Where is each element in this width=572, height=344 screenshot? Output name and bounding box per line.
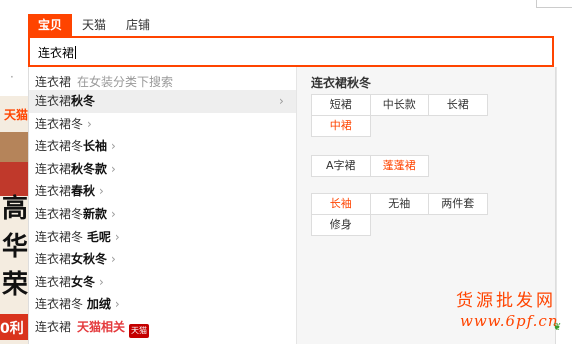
leaf-icon: ❦ <box>553 322 562 333</box>
watermark-title: 货源批发网 <box>456 291 556 311</box>
chevron-right-icon: › <box>111 252 116 267</box>
tab-tmall[interactable]: 天猫 <box>72 14 116 36</box>
suggestion-list-column: 连衣裙 在女装分类下搜索 连衣裙秋冬 › 连衣裙冬 › 连衣裙冬长袖 › 连衣裙秋冬款 › 连衣裙… <box>29 67 296 344</box>
suggestion-text: 连衣裙冬 <box>35 297 87 312</box>
suggestion-text: 连衣裙冬 <box>35 116 84 131</box>
background-banner-block <box>0 132 28 162</box>
suggestion-text: 连衣裙 <box>35 319 72 334</box>
suggestion-text: 连衣裙冬 <box>35 229 87 244</box>
property-option[interactable]: A字裙 <box>311 155 371 177</box>
suggestion-text: 连衣裙 <box>35 274 72 289</box>
suggestion-highlight: 加绒 <box>86 297 111 312</box>
chevron-right-icon: › <box>87 116 92 131</box>
chevron-right-icon: › <box>114 229 120 244</box>
tmall-related-label: 天猫相关 <box>77 319 126 334</box>
background-banner: 天猫 高 华 荣 0利 <box>0 96 28 344</box>
suggestion-highlight: 春秋 <box>71 184 96 199</box>
suggestion-text: 连衣裙冬 <box>35 206 84 221</box>
background-big-char: 高 <box>2 194 28 224</box>
chevron-right-icon: › <box>114 297 120 312</box>
chevron-right-icon: › <box>99 184 104 199</box>
search-input-value: 连衣裙 <box>38 44 77 61</box>
suggestion-text: 连衣裙冬 <box>35 139 84 154</box>
chevron-right-icon: › <box>111 206 116 221</box>
suggestion-item[interactable]: 连衣裙冬新款 › <box>29 203 296 226</box>
suggestion-item[interactable]: 连衣裙秋冬款 › <box>29 158 296 181</box>
suggestion-item[interactable]: 连衣裙冬 加绒 › <box>29 293 296 316</box>
property-group-sleeve: 长袖 无袖 两件套修身 <box>311 193 497 236</box>
suggestion-list: 连衣裙秋冬 › 连衣裙冬 › 连衣裙冬长袖 › 连衣裙秋冬款 › 连衣裙春秋 › 连衣裙冬新款 › 连衣… <box>29 90 296 339</box>
suggestion-item-tmall[interactable]: 连衣裙 天猫相关 天猫 <box>29 316 296 339</box>
category-scope-suggestion[interactable]: 连衣裙 在女装分类下搜索 <box>35 73 173 90</box>
suggestion-highlight: 女冬 <box>71 274 96 289</box>
background-big-char: 荣 <box>2 270 28 300</box>
chevron-right-icon: › <box>99 274 104 289</box>
suggestion-item[interactable]: 连衣裙秋冬 › <box>29 90 296 113</box>
property-option[interactable]: 短裙 <box>311 94 371 116</box>
suggestion-text: 连衣裙 <box>35 252 72 267</box>
chevron-right-icon: › <box>111 161 116 176</box>
background-banner-block: 0利 <box>0 314 28 340</box>
background-tmall-text: 天猫 <box>4 108 28 122</box>
property-option[interactable]: 中长款 <box>369 94 429 116</box>
suggestion-highlight: 毛呢 <box>86 229 111 244</box>
search-input[interactable]: 连衣裙 <box>28 36 554 67</box>
watermark-url: www.6pf.cn <box>460 312 559 330</box>
background-badge-text: 0利 <box>0 321 24 337</box>
suggestion-highlight: 秋冬款 <box>71 161 108 176</box>
background-frame-edge <box>536 0 572 8</box>
suggestion-item[interactable]: 连衣裙冬 毛呢 › <box>29 226 296 249</box>
property-group-length: 短裙 中长款 长裙中裙 <box>311 94 497 137</box>
property-option[interactable]: 长裙 <box>428 94 488 116</box>
background-bullet: · <box>10 70 14 84</box>
tmall-badge-icon: 天猫 <box>129 323 150 338</box>
suggestion-highlight: 女秋冬 <box>71 252 108 267</box>
tab-shop[interactable]: 店铺 <box>116 14 160 36</box>
suggestion-item[interactable]: 连衣裙女冬 › <box>29 271 296 294</box>
tab-baobei[interactable]: 宝贝 <box>28 14 73 36</box>
category-scope-hint: 在女装分类下搜索 <box>77 75 174 89</box>
search-query-text: 连衣裙 <box>38 46 75 60</box>
suggestion-item[interactable]: 连衣裙冬长袖 › <box>29 135 296 158</box>
suggestion-item[interactable]: 连衣裙女秋冬 › <box>29 248 296 271</box>
property-option[interactable]: 蓬蓬裙 <box>369 155 429 177</box>
property-option[interactable]: 长袖 <box>311 193 371 215</box>
category-scope-query: 连衣裙 <box>35 75 72 89</box>
suggestion-item[interactable]: 连衣裙冬 › <box>29 113 296 136</box>
background-divider <box>556 67 557 327</box>
suggestion-highlight: 新款 <box>83 206 108 221</box>
suggestion-item[interactable]: 连衣裙春秋 › <box>29 180 296 203</box>
property-option[interactable]: 无袖 <box>369 193 429 215</box>
property-option[interactable]: 修身 <box>311 214 371 236</box>
property-group-style: A字裙 蓬蓬裙 <box>311 155 497 177</box>
suggestion-highlight: 秋冬 <box>71 94 96 108</box>
background-banner-block <box>0 162 28 196</box>
text-caret <box>75 46 77 59</box>
suggestion-text: 连衣裙 <box>35 161 72 176</box>
suggestion-highlight: 长袖 <box>83 139 108 154</box>
chevron-right-icon: › <box>279 94 284 108</box>
property-panel-title: 连衣裙秋冬 <box>311 76 372 90</box>
property-option[interactable]: 中裙 <box>311 115 371 137</box>
search-tabs: 宝贝 天猫 店铺 <box>28 14 160 36</box>
property-option[interactable]: 两件套 <box>428 193 488 215</box>
background-big-char: 华 <box>2 232 28 262</box>
suggestion-text: 连衣裙 <box>35 184 72 199</box>
chevron-right-icon: › <box>111 139 116 154</box>
suggestion-text: 连衣裙 <box>35 94 72 108</box>
